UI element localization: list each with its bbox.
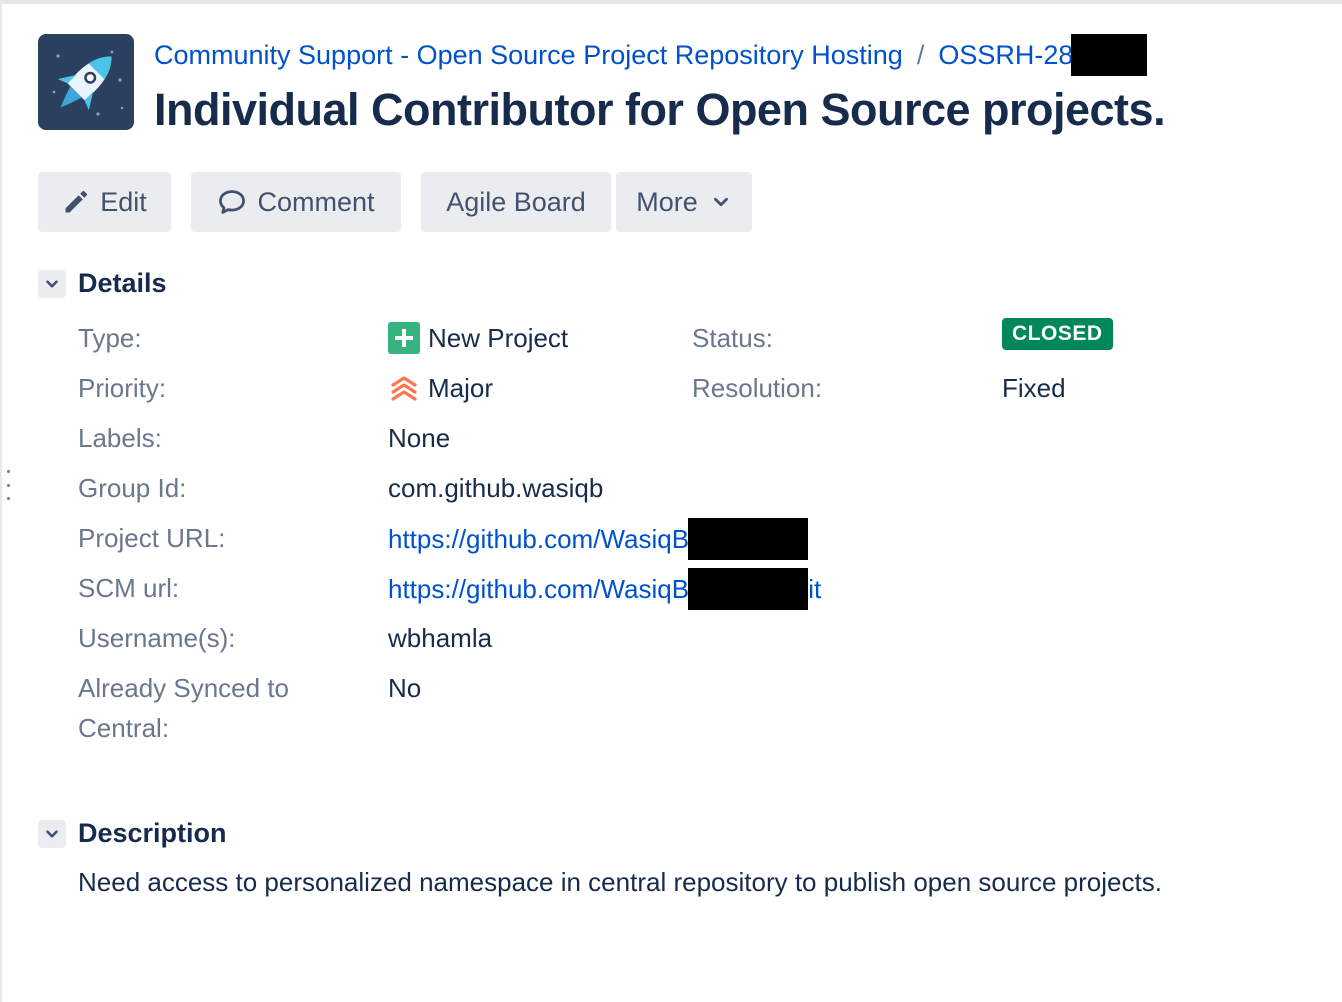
comment-button-label: Comment — [257, 186, 375, 217]
usernames-value: wbhamla — [388, 623, 493, 653]
labels-value[interactable]: None — [388, 418, 450, 458]
pencil-icon — [65, 190, 88, 213]
scm-url-link-suffix[interactable]: it — [808, 569, 821, 609]
project-avatar[interactable] — [38, 34, 134, 130]
details-section-header[interactable]: Details — [38, 268, 167, 299]
agile-board-button-label: Agile Board — [446, 186, 586, 217]
edit-button[interactable]: Edit — [38, 172, 171, 232]
resolution-label: Resolution: — [692, 373, 823, 403]
double-chevron-up-icon — [388, 372, 420, 404]
usernames-label: Username(s): — [78, 623, 236, 653]
already-synced-value: No — [388, 673, 422, 703]
description-text[interactable]: Need access to personalized namespace in… — [78, 862, 1198, 902]
already-synced-label-line1: Already Synced to — [78, 673, 290, 703]
status-value[interactable]: CLOSED — [1002, 318, 1113, 350]
window-left-edge — [0, 0, 2, 1002]
redaction-box — [688, 568, 809, 610]
scm-url-label: SCM url: — [78, 573, 180, 603]
status-label: Status: — [692, 323, 773, 353]
project-url-value: https://github.com/WasiqB/ — [388, 518, 809, 560]
group-id-value: com.github.wasiqb — [388, 473, 604, 503]
labels-label: Labels: — [78, 423, 162, 453]
chevron-down-icon — [713, 197, 728, 207]
scm-url-link[interactable]: https://github.com/WasiqB/ — [388, 569, 696, 609]
redaction-box — [1071, 34, 1148, 76]
resize-handle[interactable] — [5, 470, 11, 500]
type-value: New Project — [388, 318, 568, 358]
comment-button[interactable]: Comment — [191, 172, 401, 232]
status-badge: CLOSED — [1002, 318, 1113, 350]
priority-value: Major — [388, 368, 493, 408]
priority-value-text: Major — [428, 373, 494, 403]
more-button-label: More — [636, 186, 698, 217]
project-url-label: Project URL: — [78, 523, 226, 553]
description-section-header[interactable]: Description — [38, 818, 227, 849]
rocket-icon — [52, 50, 124, 116]
type-value-text: New Project — [428, 323, 569, 353]
chevron-down-icon — [46, 829, 58, 838]
details-toggle[interactable] — [38, 269, 66, 298]
priority-label: Priority: — [78, 373, 167, 403]
breadcrumb-issue-key-link[interactable]: OSSRH-28 — [938, 40, 1073, 71]
breadcrumb-project-link[interactable]: Community Support - Open Source Project … — [154, 40, 903, 71]
speech-bubble-icon — [219, 190, 246, 214]
edit-button-label: Edit — [100, 186, 147, 217]
details-title: Details — [78, 268, 167, 298]
breadcrumb: Community Support - Open Source Project … — [154, 34, 1148, 76]
plus-square-icon — [388, 322, 420, 354]
chevron-down-icon — [46, 279, 58, 288]
type-label: Type: — [78, 323, 142, 353]
agile-board-button[interactable]: Agile Board — [421, 172, 611, 232]
already-synced-label-line2: Central: — [78, 713, 170, 743]
description-title: Description — [78, 818, 227, 848]
issue-summary[interactable]: Individual Contributor for Open Source p… — [154, 84, 1166, 136]
scm-url-value: https://github.com/WasiqB/ it — [388, 568, 821, 610]
breadcrumb-separator: / — [916, 39, 925, 70]
more-button[interactable]: More — [616, 172, 752, 232]
project-url-link[interactable]: https://github.com/WasiqB/ — [388, 519, 696, 559]
redaction-box — [688, 518, 809, 560]
window-top-edge — [0, 0, 1342, 4]
description-toggle[interactable] — [38, 819, 66, 848]
group-id-label: Group Id: — [78, 473, 187, 503]
resolution-value: Fixed — [1002, 373, 1066, 403]
